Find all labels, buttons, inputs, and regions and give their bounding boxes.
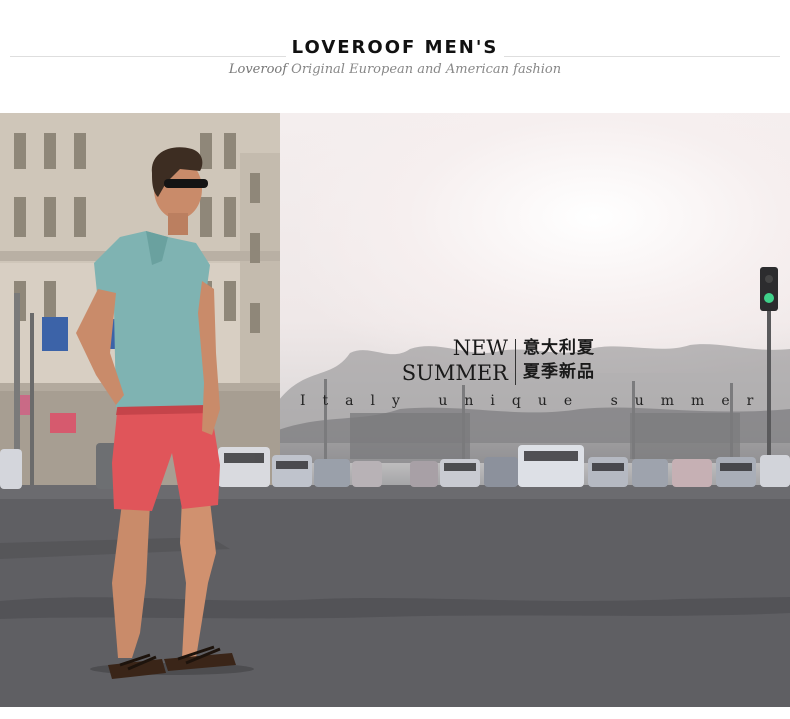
headline-english: NEW SUMMER [378, 336, 508, 386]
headline-chinese: 意大利夏 夏季新品 [523, 336, 595, 384]
hero-banner: NEW SUMMER 意大利夏 夏季新品 Italy unique summer… [0, 113, 790, 707]
brand-subtitle: Loveroof Original European and American … [0, 62, 790, 77]
shop-awning [50, 413, 76, 433]
traffic-light-red [765, 275, 773, 283]
street-scene [0, 113, 790, 707]
headline-summer: SUMMER [401, 361, 508, 385]
traffic-light-green [764, 293, 774, 303]
headline-cn-line1: 意大利夏 [523, 338, 595, 358]
brand-title-text: LOVEROOF MEN'S [285, 37, 505, 58]
headline-divider [515, 339, 516, 385]
headline-cn-line2: 夏季新品 [523, 362, 595, 382]
brand-title: LOVEROOF MEN'S [0, 37, 790, 58]
tagline: Italy unique summer Art [300, 393, 790, 409]
distant-gate [350, 413, 470, 459]
distant-building [630, 413, 740, 459]
traffic-pole [767, 311, 771, 461]
traffic-light-icon [760, 267, 778, 311]
subtitle-brand: Loveroof [228, 62, 288, 77]
sunglasses-icon [164, 179, 208, 188]
street-sign-icon [42, 317, 68, 351]
sign-pole [30, 313, 34, 485]
headline-new: NEW [452, 336, 508, 360]
footer-strip [0, 707, 790, 719]
subtitle-rest: Original European and American fashion [287, 62, 562, 77]
page-header: LOVEROOF MEN'S Loveroof Original Europea… [0, 0, 790, 113]
summer-headline: NEW SUMMER 意大利夏 夏季新品 [380, 336, 620, 390]
neck [168, 213, 188, 235]
